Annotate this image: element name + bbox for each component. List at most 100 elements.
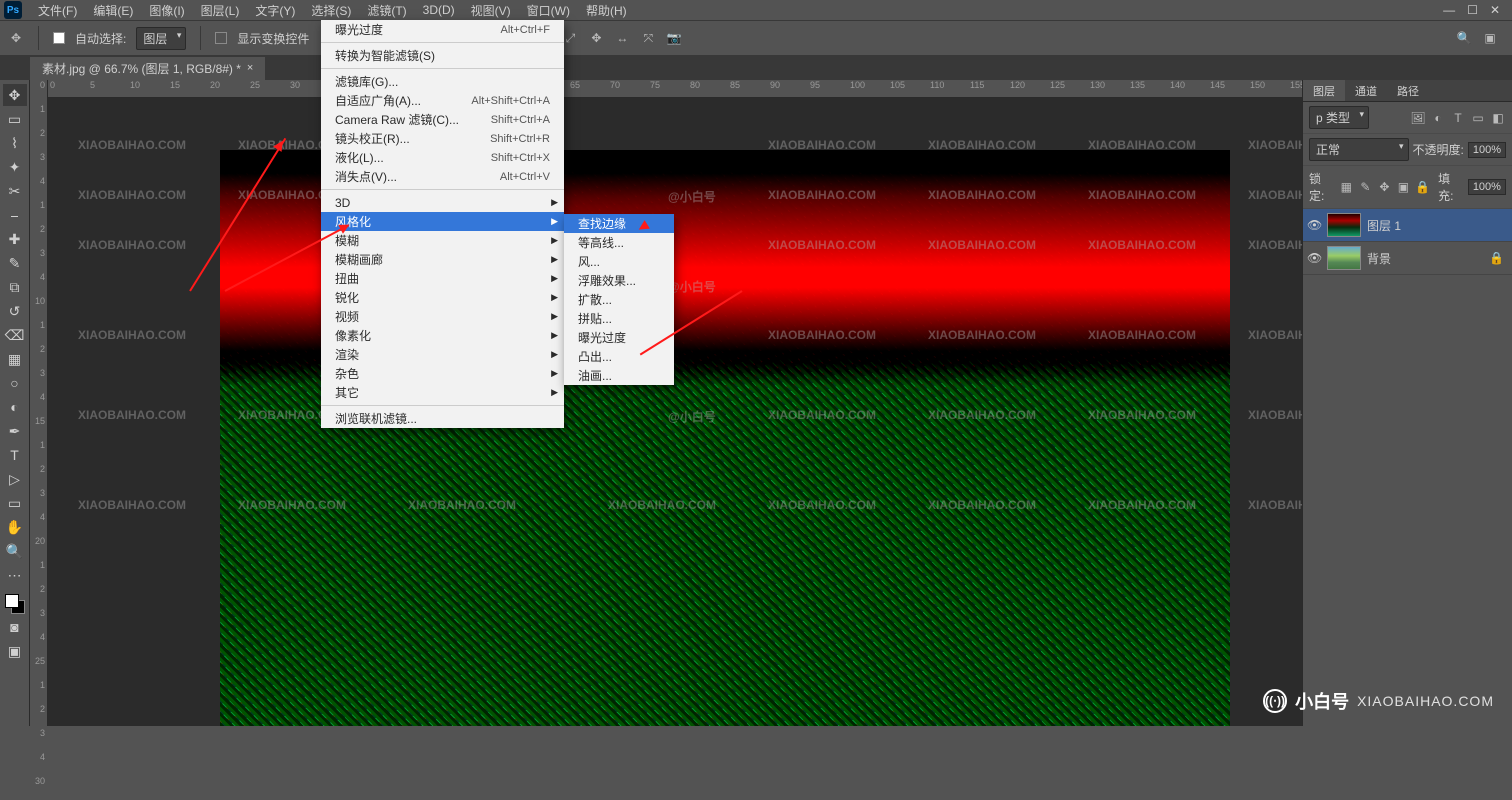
layer-row[interactable]: 👁 图层 1: [1303, 209, 1512, 242]
visibility-toggle-icon[interactable]: 👁: [1307, 218, 1321, 232]
shape-tool[interactable]: ▭: [3, 492, 27, 514]
opacity-field[interactable]: 100%: [1468, 142, 1506, 158]
menu-item-emboss[interactable]: 浮雕效果...: [564, 271, 674, 290]
canvas[interactable]: XIAOBAIHAO.COMXIAOBAIHAO.COMXIAOBAIHAO.C…: [48, 98, 1302, 726]
submenu-other[interactable]: 其它▶: [321, 383, 564, 402]
menu-item-camera-raw[interactable]: Camera Raw 滤镜(C)... Shift+Ctrl+A: [321, 110, 564, 129]
submenu-render[interactable]: 渲染▶: [321, 345, 564, 364]
brush-tool[interactable]: ✎: [3, 252, 27, 274]
menu-layer[interactable]: 图层(L): [193, 0, 248, 21]
submenu-distort[interactable]: 扭曲▶: [321, 269, 564, 288]
menu-item-lens-correction[interactable]: 镜头校正(R)... Shift+Ctrl+R: [321, 129, 564, 148]
menu-item-wind[interactable]: 风...: [564, 252, 674, 271]
filter-type-icon[interactable]: T: [1450, 110, 1466, 126]
fill-field[interactable]: 100%: [1468, 179, 1506, 195]
clone-stamp-tool[interactable]: ⧉: [3, 276, 27, 298]
layer-kind-dropdown[interactable]: p 类型: [1309, 106, 1369, 129]
menu-item-tiles[interactable]: 拼贴...: [564, 309, 674, 328]
blend-mode-dropdown[interactable]: 正常: [1309, 138, 1409, 161]
move-tool[interactable]: ✥: [3, 84, 27, 106]
menu-item-browse-online[interactable]: 浏览联机滤镜...: [321, 409, 564, 428]
layer-thumbnail[interactable]: [1327, 246, 1361, 270]
menu-view[interactable]: 视图(V): [463, 0, 519, 21]
menu-item-trace-contour[interactable]: 等高线...: [564, 233, 674, 252]
layer-name[interactable]: 图层 1: [1367, 217, 1401, 234]
zoom-tool[interactable]: 🔍: [3, 540, 27, 562]
filter-smart-icon[interactable]: ◧: [1490, 110, 1506, 126]
eraser-tool[interactable]: ⌫: [3, 324, 27, 346]
lock-position-icon[interactable]: ✎: [1358, 179, 1373, 195]
auto-select-checkbox[interactable]: [53, 32, 65, 44]
filter-adjust-icon[interactable]: ◐: [1430, 110, 1446, 126]
submenu-blur-gallery[interactable]: 模糊画廊▶: [321, 250, 564, 269]
screen-mode-icon[interactable]: ▣: [3, 640, 27, 662]
foreground-color-swatch[interactable]: [5, 594, 19, 608]
menu-window[interactable]: 窗口(W): [519, 0, 578, 21]
submenu-noise[interactable]: 杂色▶: [321, 364, 564, 383]
menu-edit[interactable]: 编辑(E): [85, 0, 141, 21]
spot-heal-tool[interactable]: ✚: [3, 228, 27, 250]
menu-image[interactable]: 图像(I): [141, 0, 192, 21]
window-close-icon[interactable]: ✕: [1490, 3, 1500, 17]
submenu-blur[interactable]: 模糊▶: [321, 231, 564, 250]
3d-slide-icon[interactable]: ↔: [614, 30, 630, 46]
magic-wand-tool[interactable]: ✦: [3, 156, 27, 178]
search-icon[interactable]: 🔍: [1456, 30, 1472, 46]
submenu-stylize[interactable]: 风格化▶: [321, 212, 564, 231]
document-tab[interactable]: 素材.jpg @ 66.7% (图层 1, RGB/8#) * ×: [30, 57, 265, 80]
visibility-toggle-icon[interactable]: 👁: [1307, 251, 1321, 265]
quick-mask-icon[interactable]: ◙: [3, 616, 27, 638]
menu-item-filter-gallery[interactable]: 滤镜库(G)...: [321, 72, 564, 91]
path-select-tool[interactable]: ▷: [3, 468, 27, 490]
submenu-pixelate[interactable]: 像素化▶: [321, 326, 564, 345]
auto-select-target-dropdown[interactable]: 图层: [136, 27, 186, 50]
edit-toolbar-icon[interactable]: ⋯: [3, 564, 27, 586]
menu-item-vanishing-point[interactable]: 消失点(V)... Alt+Ctrl+V: [321, 167, 564, 186]
crop-tool[interactable]: ✂: [3, 180, 27, 202]
menu-item-find-edges[interactable]: 查找边缘: [564, 214, 674, 233]
menu-select[interactable]: 选择(S): [303, 0, 359, 21]
menu-filter[interactable]: 滤镜(T): [359, 0, 414, 21]
hand-tool[interactable]: ✋: [3, 516, 27, 538]
eyedropper-tool[interactable]: ⎯: [3, 204, 27, 226]
filter-pixel-icon[interactable]: 🖼: [1410, 110, 1426, 126]
tab-paths[interactable]: 路径: [1387, 80, 1429, 101]
menu-3d[interactable]: 3D(D): [415, 1, 463, 19]
type-tool[interactable]: T: [3, 444, 27, 466]
window-minimize-icon[interactable]: —: [1443, 3, 1455, 17]
submenu-sharpen[interactable]: 锐化▶: [321, 288, 564, 307]
dodge-tool[interactable]: ◐: [3, 396, 27, 418]
3d-roll-icon[interactable]: ⤢: [562, 30, 578, 46]
close-tab-icon[interactable]: ×: [247, 62, 253, 74]
lock-artboard-icon[interactable]: ▣: [1396, 179, 1411, 195]
lock-all-icon[interactable]: 🔒: [1415, 179, 1430, 195]
3d-pan-icon[interactable]: ✥: [588, 30, 604, 46]
window-maximize-icon[interactable]: ☐: [1467, 3, 1478, 17]
submenu-video[interactable]: 视频▶: [321, 307, 564, 326]
tab-layers[interactable]: 图层: [1303, 80, 1345, 101]
marquee-tool[interactable]: ▭: [3, 108, 27, 130]
layer-name[interactable]: 背景: [1367, 250, 1391, 267]
gradient-tool[interactable]: ▦: [3, 348, 27, 370]
menu-help[interactable]: 帮助(H): [578, 0, 635, 21]
show-transform-checkbox[interactable]: [215, 32, 227, 44]
3d-camera-icon[interactable]: 📷: [666, 30, 682, 46]
menu-file[interactable]: 文件(F): [30, 0, 85, 21]
menu-item-last-filter[interactable]: 曝光过度 Alt+Ctrl+F: [321, 20, 564, 39]
3d-scale-icon[interactable]: ⤧: [640, 30, 656, 46]
menu-item-adaptive-wide-angle[interactable]: 自适应广角(A)... Alt+Shift+Ctrl+A: [321, 91, 564, 110]
menu-item-liquify[interactable]: 液化(L)... Shift+Ctrl+X: [321, 148, 564, 167]
workspace-icon[interactable]: ▣: [1482, 30, 1498, 46]
lock-pixels-icon[interactable]: ▦: [1339, 179, 1354, 195]
layer-row[interactable]: 👁 背景 🔒: [1303, 242, 1512, 275]
filter-shape-icon[interactable]: ▭: [1470, 110, 1486, 126]
lasso-tool[interactable]: ⌇: [3, 132, 27, 154]
submenu-3d[interactable]: 3D▶: [321, 193, 564, 212]
menu-item-diffuse[interactable]: 扩散...: [564, 290, 674, 309]
menu-item-convert-smart[interactable]: 转换为智能滤镜(S): [321, 46, 564, 65]
blur-tool[interactable]: ○: [3, 372, 27, 394]
menu-item-extrude[interactable]: 凸出...: [564, 347, 674, 366]
menu-type[interactable]: 文字(Y): [247, 0, 303, 21]
history-brush-tool[interactable]: ↺: [3, 300, 27, 322]
pen-tool[interactable]: ✒: [3, 420, 27, 442]
